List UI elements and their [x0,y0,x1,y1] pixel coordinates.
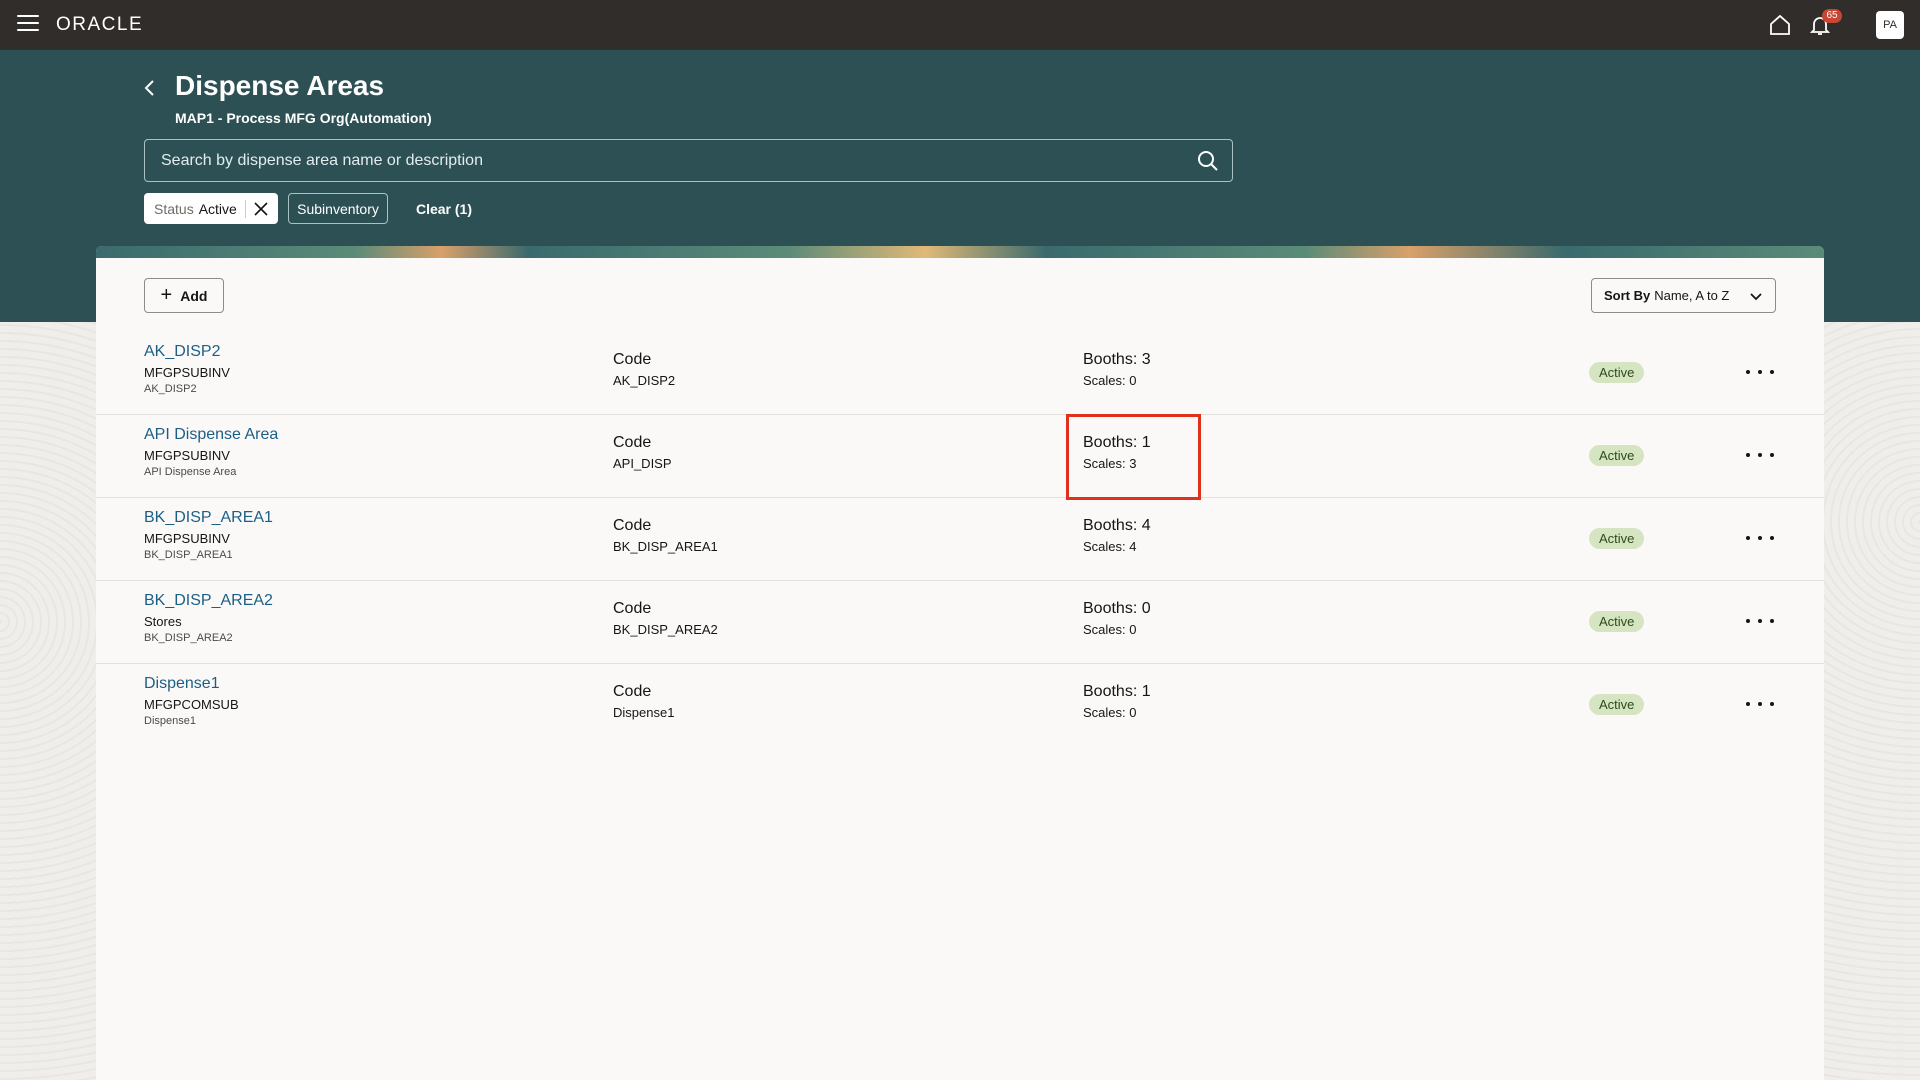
subinventory-text: MFGPSUBINV [144,448,230,463]
close-icon[interactable] [254,201,268,216]
code-label: Code [613,683,652,700]
subinventory-text: Stores [144,614,182,629]
hamburger-menu-icon[interactable] [17,15,39,33]
chip-divider [244,199,246,218]
background-pattern-left [0,322,96,1080]
code-label: Code [613,600,652,617]
search-icon[interactable] [1196,149,1220,173]
dispense-area-name-link[interactable]: Dispense1 [144,674,239,693]
dispense-area-name-link[interactable]: BK_DISP_AREA2 [144,591,273,610]
more-actions-icon[interactable] [1746,611,1774,631]
code-value: Dispense1 [613,705,675,720]
description-text: BK_DISP_AREA1 [144,549,233,561]
booths-count: Booths: 4 [1083,517,1151,534]
sort-value: Name, A to Z [1654,288,1730,303]
dispense-area-name-link[interactable]: BK_DISP_AREA1 [144,508,273,527]
more-actions-icon[interactable] [1746,362,1774,382]
back-arrow-icon[interactable] [140,76,160,100]
scales-count: Scales: 4 [1083,539,1137,554]
description-text: BK_DISP_AREA2 [144,632,233,644]
scales-count: Scales: 0 [1083,622,1137,637]
code-label: Code [613,517,652,534]
search-field[interactable] [144,139,1233,182]
list-item: AK_DISP2 MFGPSUBINV AK_DISP2 Code AK_DISP… [96,332,1824,415]
code-value: API_DISP [613,456,672,471]
booths-count: Booths: 1 [1083,683,1151,700]
oracle-logo: ORACLE [56,14,144,35]
notification-count-badge: 65 [1822,9,1842,23]
booths-count: Booths: 0 [1083,600,1151,617]
add-button-label: Add [180,287,208,304]
plus-icon: + [160,284,173,306]
code-value: BK_DISP_AREA1 [613,539,718,554]
booths-count: Booths: 3 [1083,351,1151,368]
highlight-annotation-box [1066,414,1201,500]
scales-count: Scales: 0 [1083,705,1137,720]
description-text: Dispense1 [144,715,196,727]
list-item: Dispense1 MFGPCOMSUB Dispense1 Code Dispe… [96,664,1824,747]
list-item: BK_DISP_AREA1 MFGPSUBINV BK_DISP_AREA1 C… [96,498,1824,581]
subinventory-text: MFGPCOMSUB [144,697,239,712]
clear-filters-button[interactable]: Clear (1) [404,193,484,224]
status-badge: Active [1589,362,1645,383]
more-actions-icon[interactable] [1746,694,1774,714]
code-label: Code [613,434,652,451]
status-filter-label: Status [154,200,194,217]
subinventory-text: MFGPSUBINV [144,365,230,380]
status-badge: Active [1589,445,1645,466]
organization-subtitle: MAP1 - Process MFG Org(Automation) [175,110,432,126]
search-input[interactable] [145,151,1196,170]
home-icon[interactable] [1768,13,1792,37]
code-value: BK_DISP_AREA2 [613,622,718,637]
description-text: API Dispense Area [144,466,237,478]
code-value: AK_DISP2 [613,373,676,388]
status-badge: Active [1589,611,1645,632]
status-filter-value: Active [198,200,237,217]
more-actions-icon[interactable] [1746,445,1774,465]
results-card: + Add Sort By Name, A to Z AK_DISP2 MFGP… [96,246,1824,1080]
scales-count: Scales: 0 [1083,373,1137,388]
chevron-down-icon [1750,292,1762,300]
list-item: API Dispense Area MFGPSUBINV API Dispens… [96,415,1824,498]
list-item: BK_DISP_AREA2 Stores BK_DISP_AREA2 Code B… [96,581,1824,664]
sort-dropdown[interactable]: Sort By Name, A to Z [1591,278,1776,313]
more-actions-icon[interactable] [1746,528,1774,548]
code-label: Code [613,351,652,368]
dispense-area-name-link[interactable]: AK_DISP2 [144,342,230,361]
add-button[interactable]: + Add [144,278,224,313]
description-text: AK_DISP2 [144,383,197,395]
subinventory-filter-chip[interactable]: Subinventory [288,193,388,224]
top-bar: ORACLE 65 PA [0,0,1920,50]
status-filter-chip[interactable]: Status Active [144,193,278,224]
dispense-area-list: AK_DISP2 MFGPSUBINV AK_DISP2 Code AK_DISP… [96,332,1824,747]
background-pattern-right [1824,322,1920,1080]
dispense-area-name-link[interactable]: API Dispense Area [144,425,278,444]
status-badge: Active [1589,528,1645,549]
page-title: Dispense Areas [175,70,385,101]
user-avatar[interactable]: PA [1876,11,1904,39]
subinventory-text: MFGPSUBINV [144,531,230,546]
sort-prefix: Sort By [1604,288,1651,303]
card-banner [96,246,1824,258]
status-badge: Active [1589,694,1645,715]
